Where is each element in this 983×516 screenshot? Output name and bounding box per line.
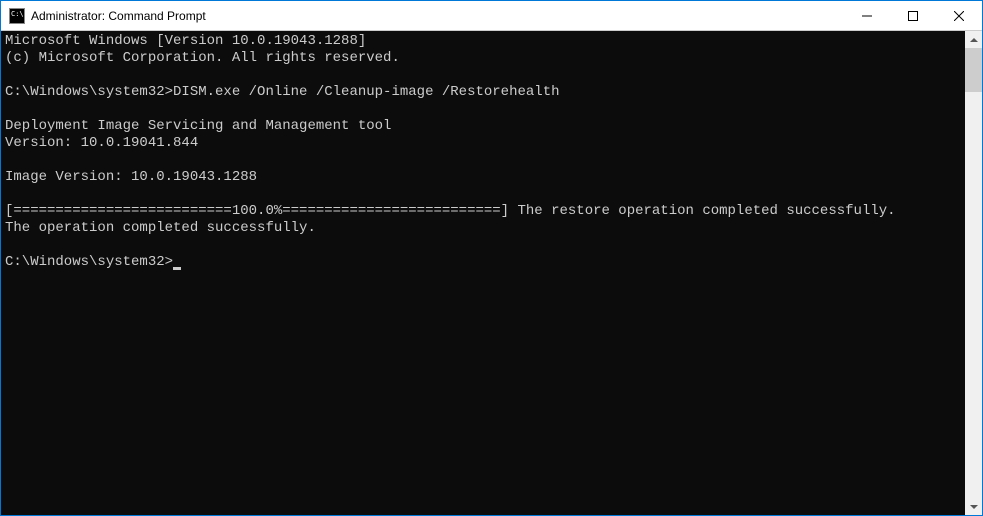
close-button[interactable]	[936, 1, 982, 30]
scrollbar-track[interactable]	[965, 48, 982, 498]
console-line: Version: 10.0.19041.844	[5, 135, 198, 151]
window-controls	[844, 1, 982, 30]
scrollbar-up-button[interactable]	[965, 31, 982, 48]
command-prompt-window: Administrator: Command Prompt Microsoft …	[0, 0, 983, 516]
console-line: Image Version: 10.0.19043.1288	[5, 169, 257, 185]
console-line: Microsoft Windows [Version 10.0.19043.12…	[5, 33, 366, 49]
minimize-button[interactable]	[844, 1, 890, 30]
console-line: Deployment Image Servicing and Managemen…	[5, 118, 391, 134]
scrollbar-down-button[interactable]	[965, 498, 982, 515]
console-prompt: C:\Windows\system32>	[5, 254, 173, 270]
maximize-button[interactable]	[890, 1, 936, 30]
console-line: (c) Microsoft Corporation. All rights re…	[5, 50, 400, 66]
scrollbar-thumb[interactable]	[965, 48, 982, 92]
console-line: C:\Windows\system32>DISM.exe /Online /Cl…	[5, 84, 560, 100]
cursor	[173, 267, 181, 270]
console-output[interactable]: Microsoft Windows [Version 10.0.19043.12…	[1, 31, 965, 515]
titlebar[interactable]: Administrator: Command Prompt	[1, 1, 982, 31]
console-line: The operation completed successfully.	[5, 220, 316, 236]
cmd-icon	[9, 8, 25, 24]
console-line: [==========================100.0%=======…	[5, 203, 896, 219]
vertical-scrollbar[interactable]	[965, 31, 982, 515]
console-area: Microsoft Windows [Version 10.0.19043.12…	[1, 31, 982, 515]
window-title: Administrator: Command Prompt	[31, 9, 844, 23]
